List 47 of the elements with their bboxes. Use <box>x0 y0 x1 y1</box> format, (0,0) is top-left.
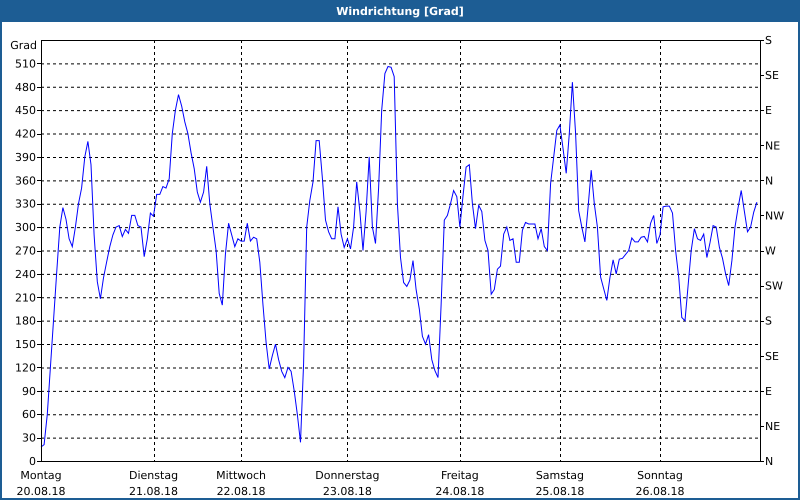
day-label: Dienstag <box>129 469 178 482</box>
date-label: 20.08.18 <box>16 485 66 498</box>
day-label: Mittwoch <box>216 469 266 482</box>
tick-label: 270 <box>15 244 36 258</box>
tick-label: 120 <box>15 361 36 374</box>
direction-label: NW <box>765 209 784 222</box>
direction-label: SE <box>765 69 779 82</box>
date-label: 21.08.18 <box>129 485 178 498</box>
direction-label: N <box>765 174 774 188</box>
direction-label: SW <box>765 280 783 293</box>
tick-label: 180 <box>15 314 36 328</box>
tick-label: 150 <box>15 338 36 352</box>
tick-label: 510 <box>15 57 36 70</box>
date-label: 24.08.18 <box>435 485 484 498</box>
direction-label: E <box>765 104 772 118</box>
day-label: Donnerstag <box>315 469 380 482</box>
tick-label: 420 <box>15 128 36 141</box>
date-label: 26.08.18 <box>635 485 684 498</box>
direction-label: W <box>765 244 776 258</box>
date-label: 23.08.18 <box>322 485 372 498</box>
direction-label: S <box>765 34 772 47</box>
tick-label: 360 <box>15 174 36 188</box>
tick-label: 30 <box>22 432 36 445</box>
window-title: Windrichtung [Grad] <box>336 4 464 18</box>
direction-label: SE <box>765 350 779 363</box>
direction-label: N <box>765 455 774 468</box>
date-label: 25.08.18 <box>535 485 584 498</box>
axis-label: Grad <box>10 39 37 52</box>
tick-label: 390 <box>15 150 36 164</box>
day-label: Montag <box>20 469 62 482</box>
tick-label: 300 <box>15 221 36 234</box>
day-label: Freitag <box>441 469 479 482</box>
date-label: 22.08.18 <box>216 485 266 498</box>
tick-label: 0 <box>29 455 36 468</box>
day-label: Samstag <box>536 469 584 482</box>
direction-label: S <box>765 314 772 328</box>
tick-label: 330 <box>15 198 36 211</box>
tick-label: 210 <box>15 291 36 304</box>
day-label: Sonntag <box>637 469 683 482</box>
direction-label: NE <box>765 420 780 433</box>
tick-label: 240 <box>15 268 36 281</box>
tick-label: 90 <box>22 384 36 398</box>
tick-label: 480 <box>15 80 36 94</box>
tick-label: 60 <box>22 408 36 422</box>
tick-label: 450 <box>15 104 36 118</box>
direction-label: E <box>765 384 772 398</box>
direction-label: NE <box>765 139 780 152</box>
